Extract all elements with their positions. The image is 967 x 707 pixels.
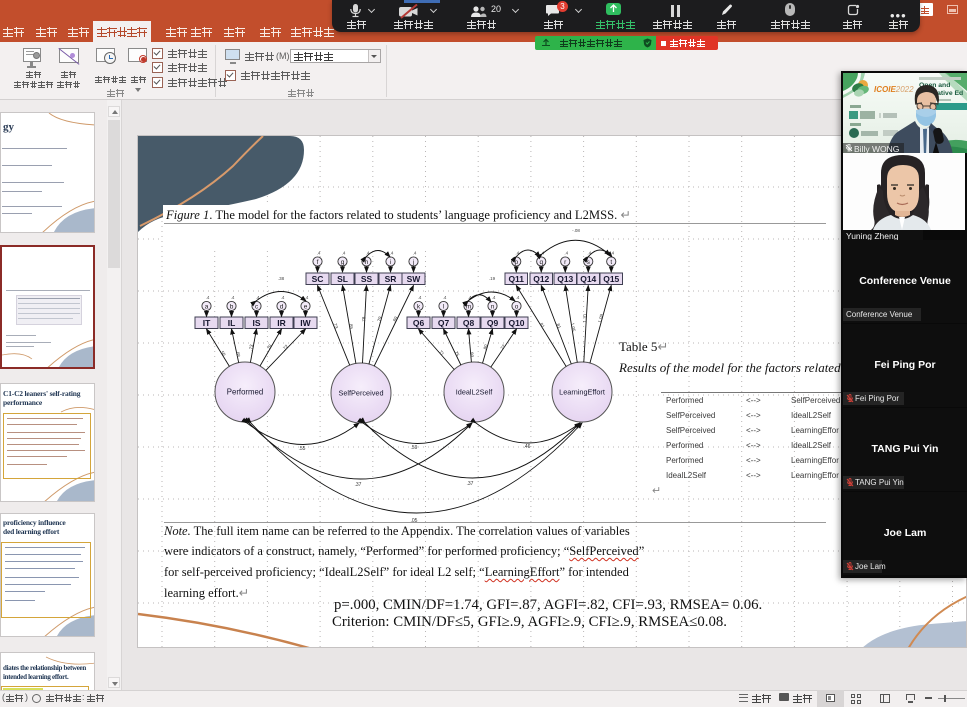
svg-text:.68: .68 <box>235 350 241 358</box>
svg-text:.73: .73 <box>332 322 339 330</box>
svg-text:IT: IT <box>203 318 211 328</box>
svg-text:.72: .72 <box>281 343 289 351</box>
svg-text:.69: .69 <box>391 315 398 323</box>
svg-text:1.10: 1.10 <box>582 314 587 324</box>
svg-text:i: i <box>390 259 391 266</box>
svg-text:q: q <box>539 259 543 266</box>
svg-text:o: o <box>515 304 519 311</box>
svg-text:.4: .4 <box>540 251 544 256</box>
svg-text:SR: SR <box>385 274 397 284</box>
svg-text:.85: .85 <box>348 322 354 330</box>
svg-text:.4: .4 <box>231 295 235 300</box>
svg-text:.4: .4 <box>413 251 417 256</box>
svg-text:SW: SW <box>407 274 422 284</box>
svg-text:f: f <box>317 259 319 266</box>
svg-text:.37: .37 <box>355 482 362 488</box>
svg-text:m: m <box>466 304 471 311</box>
svg-text:Q13: Q13 <box>557 274 573 284</box>
svg-text:-.08: -.08 <box>572 228 580 233</box>
svg-text:SL: SL <box>337 274 348 284</box>
svg-text:.72: .72 <box>499 343 507 351</box>
svg-text:IR: IR <box>277 318 286 328</box>
svg-text:.4: .4 <box>516 295 520 300</box>
svg-text:.4: .4 <box>390 251 394 256</box>
svg-text:.71: .71 <box>437 348 445 356</box>
svg-text:t: t <box>610 259 612 266</box>
svg-text:.80: .80 <box>469 351 475 358</box>
svg-text:.81: .81 <box>555 322 562 330</box>
svg-text:Q9: Q9 <box>487 318 499 328</box>
svg-text:.4: .4 <box>443 295 447 300</box>
svg-text:.4: .4 <box>492 295 496 300</box>
svg-text:.78: .78 <box>361 316 366 323</box>
svg-text:IW: IW <box>300 318 311 328</box>
svg-text:.59: .59 <box>411 445 418 451</box>
svg-text:Q14: Q14 <box>580 274 596 284</box>
svg-text:.19: .19 <box>489 276 496 281</box>
svg-text:.4: .4 <box>418 295 422 300</box>
svg-text:SS: SS <box>361 274 373 284</box>
svg-text:SelfPerceived: SelfPerceived <box>338 389 383 398</box>
svg-text:d: d <box>280 304 284 311</box>
svg-text:1.09: 1.09 <box>597 313 604 323</box>
svg-text:.4: .4 <box>317 251 321 256</box>
svg-text:h: h <box>365 259 369 266</box>
svg-text:.4: .4 <box>281 295 285 300</box>
svg-text:.4: .4 <box>610 251 614 256</box>
svg-text:LearningEffort: LearningEffort <box>559 388 605 397</box>
svg-text:.4: .4 <box>564 251 568 256</box>
svg-text:.56: .56 <box>219 349 227 357</box>
svg-text:IdealL2Self: IdealL2Self <box>456 388 493 397</box>
svg-text:Q8: Q8 <box>463 318 475 328</box>
svg-text:1.05: 1.05 <box>570 322 576 332</box>
svg-text:.81: .81 <box>538 321 546 329</box>
svg-text:IS: IS <box>252 318 260 328</box>
svg-text:n: n <box>491 304 495 311</box>
svg-text:Q10: Q10 <box>508 318 524 328</box>
svg-text:.4: .4 <box>342 251 346 256</box>
svg-text:.37: .37 <box>467 481 474 487</box>
svg-text:p: p <box>514 259 518 266</box>
svg-text:Q12: Q12 <box>533 274 549 284</box>
svg-text:g: g <box>341 259 345 266</box>
svg-text:IL: IL <box>228 318 236 328</box>
svg-text:Q15: Q15 <box>603 274 619 284</box>
svg-text:.4: .4 <box>305 295 309 300</box>
svg-text:.75: .75 <box>453 349 460 357</box>
svg-text:.46: .46 <box>524 444 531 450</box>
svg-text:Q6: Q6 <box>413 318 425 328</box>
svg-text:Q11: Q11 <box>508 274 524 284</box>
svg-text:SC: SC <box>312 274 324 284</box>
svg-text:b: b <box>230 304 234 311</box>
svg-text:.4: .4 <box>206 295 210 300</box>
svg-text:a: a <box>205 304 209 311</box>
svg-text:Performed: Performed <box>227 388 263 397</box>
svg-text:.55: .55 <box>299 446 306 452</box>
svg-text:.38: .38 <box>278 276 285 281</box>
svg-text:Q7: Q7 <box>438 318 450 328</box>
svg-text:j: j <box>412 259 414 266</box>
svg-text:e: e <box>304 304 308 311</box>
